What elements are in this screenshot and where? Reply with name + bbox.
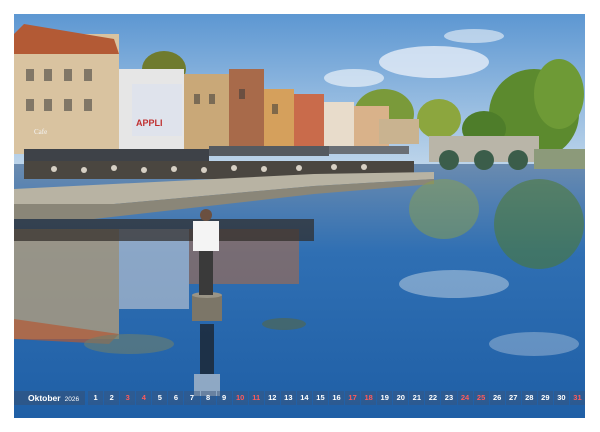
building: [229, 69, 264, 154]
cloud-reflection: [399, 270, 509, 298]
day-cell: 18: [361, 391, 377, 405]
day-cell: 17: [345, 391, 361, 405]
day-cell: 19: [377, 391, 393, 405]
tree: [417, 99, 461, 139]
day-cell: 4: [136, 391, 152, 405]
calendar-page: APPLI Cafe Oktober 2026 1 2 3 4 5 6 7 8 …: [0, 0, 600, 432]
day-cells: 1 2 3 4 5 6 7 8 9 10 11 12 13 14 15 16 17 18 19 20 21 22 23 24 2…: [87, 391, 585, 405]
day-cell: 7: [184, 391, 200, 405]
day-cell: 24: [457, 391, 473, 405]
embankment: [534, 149, 585, 169]
cloud: [324, 69, 384, 87]
awning: [24, 149, 209, 161]
building: [264, 89, 294, 154]
statue-legs: [199, 249, 213, 295]
day-cell: 13: [280, 391, 296, 405]
day-cell: 8: [200, 391, 216, 405]
tree-reflection: [409, 179, 479, 239]
building: [294, 94, 324, 154]
awning: [329, 146, 409, 154]
building: [379, 119, 419, 144]
building: [184, 74, 229, 154]
day-cell: 26: [489, 391, 505, 405]
cloud: [379, 46, 489, 78]
day-cell: 3: [120, 391, 136, 405]
day-cell: 27: [505, 391, 521, 405]
lily-pads: [262, 318, 306, 330]
day-cell: 10: [232, 391, 248, 405]
day-cell: 5: [152, 391, 168, 405]
day-cell: 31: [569, 391, 585, 405]
day-cell: 6: [168, 391, 184, 405]
bridge-arch: [508, 150, 528, 170]
statue-reflection: [200, 324, 214, 374]
month-label: Oktober 2026: [14, 391, 86, 405]
statue-head: [200, 209, 212, 221]
day-cell: 28: [521, 391, 537, 405]
bridge-arch: [474, 150, 494, 170]
day-cell: 30: [553, 391, 569, 405]
day-cell: 25: [473, 391, 489, 405]
day-cell: 1: [88, 391, 104, 405]
month-name: Oktober: [28, 393, 61, 403]
day-cell: 23: [441, 391, 457, 405]
day-cell: 11: [248, 391, 264, 405]
statue-shirt: [193, 221, 219, 251]
lily-pads: [84, 334, 174, 354]
day-cell: 20: [393, 391, 409, 405]
cafe-sign: Cafe: [34, 128, 47, 136]
cloud: [444, 29, 504, 43]
day-cell: 22: [425, 391, 441, 405]
awning: [209, 146, 329, 156]
tree: [534, 59, 584, 129]
day-cell: 15: [312, 391, 328, 405]
day-cell: 12: [264, 391, 280, 405]
month-year: 2026: [64, 396, 80, 403]
banner-text: APPLI: [136, 118, 163, 128]
cloud-reflection: [489, 332, 579, 356]
day-cell: 2: [104, 391, 120, 405]
terrace-reflection: [14, 219, 314, 241]
calendar-strip: Oktober 2026 1 2 3 4 5 6 7 8 9 10 11 12 13 14 15 16 17 18…: [14, 389, 585, 407]
day-cell: 9: [216, 391, 232, 405]
day-cell: 16: [329, 391, 345, 405]
calendar-photo: APPLI Cafe: [14, 14, 585, 418]
day-cell: 21: [409, 391, 425, 405]
tree-reflection: [494, 179, 584, 269]
pedestal: [192, 295, 222, 321]
day-cell: 29: [537, 391, 553, 405]
bridge-arch: [439, 150, 459, 170]
day-cell: 14: [296, 391, 312, 405]
banner: [132, 84, 182, 136]
